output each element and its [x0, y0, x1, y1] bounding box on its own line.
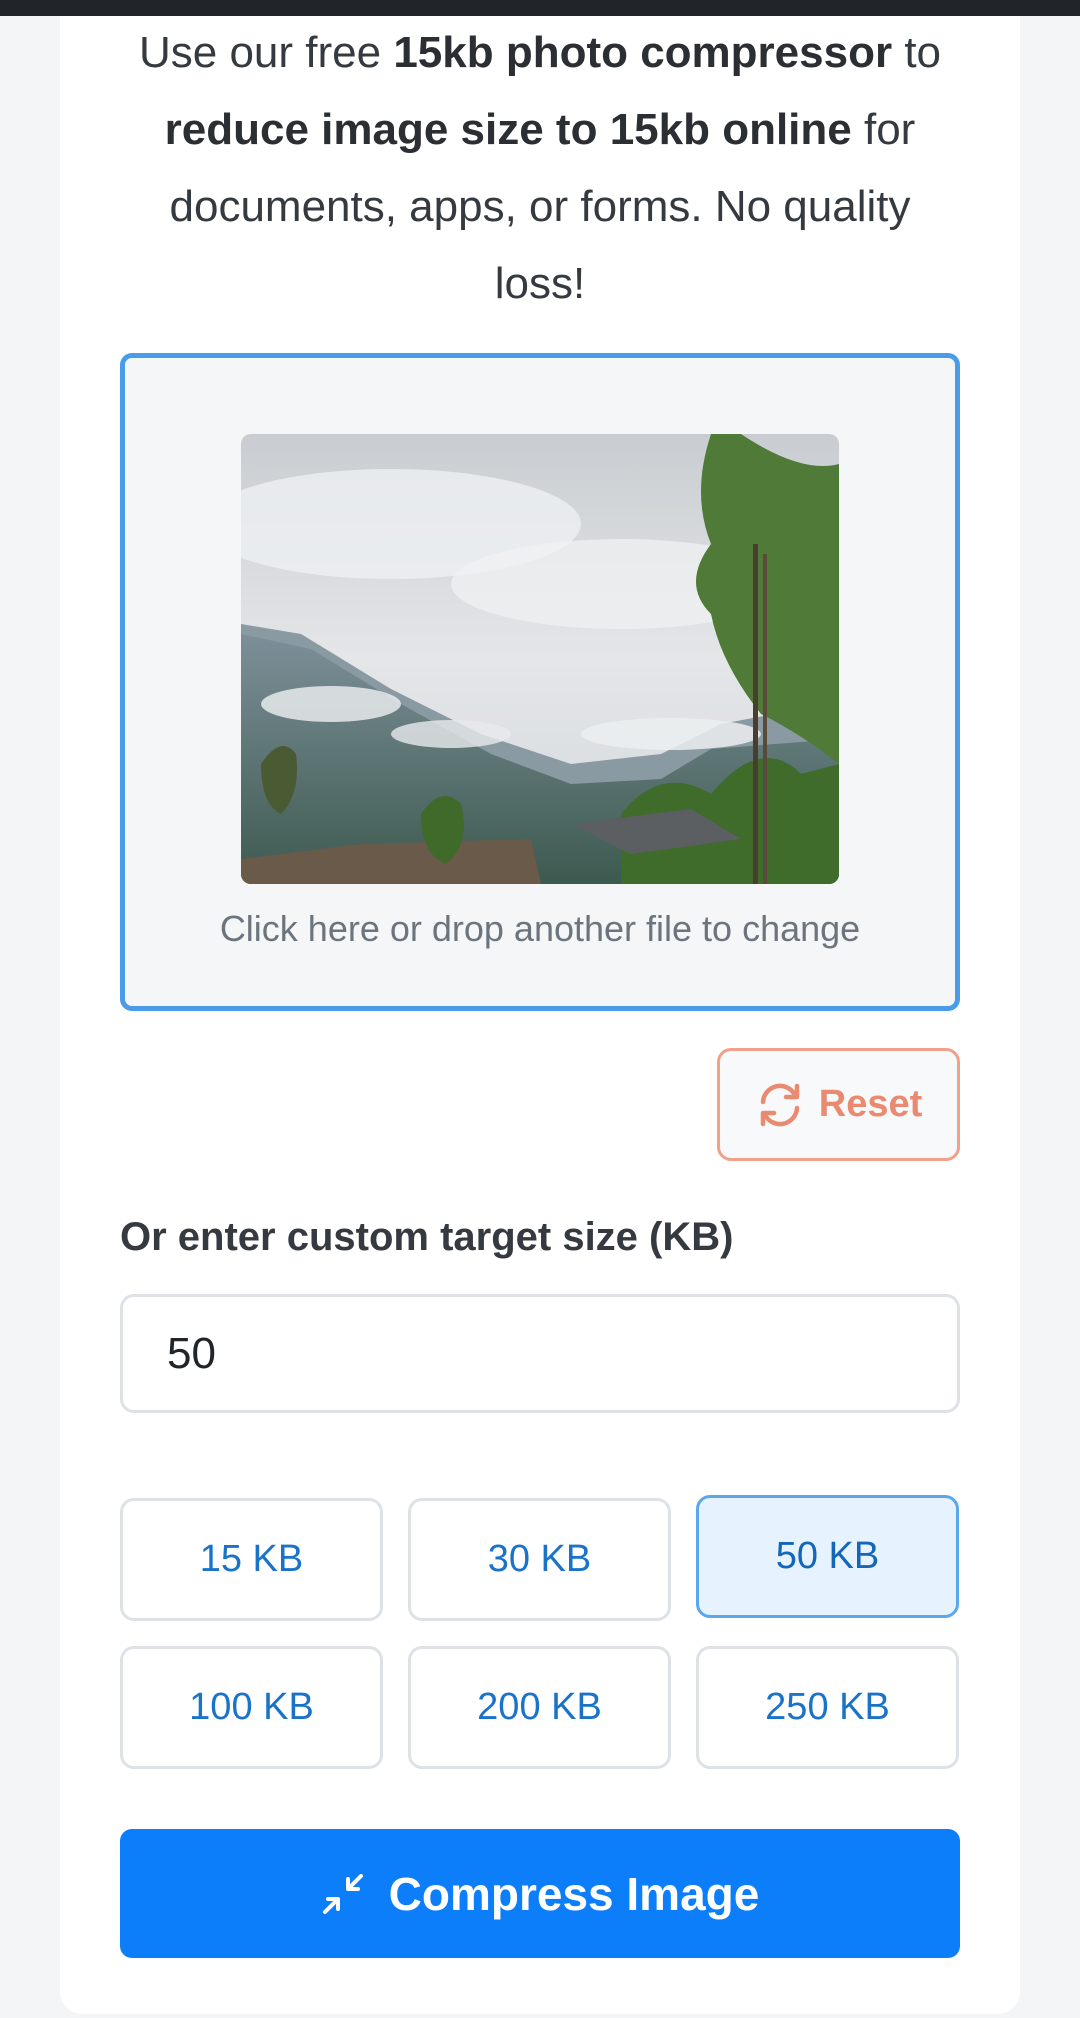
file-dropzone[interactable]: Click here or drop another file to chang… — [120, 353, 960, 1011]
intro-text-part: to — [892, 28, 942, 77]
compress-image-button[interactable]: Compress Image — [120, 1829, 960, 1958]
preset-100kb-button[interactable]: 100 KB — [120, 1646, 383, 1769]
intro-keyword: 15kb photo compressor — [393, 28, 893, 77]
preset-250kb-button[interactable]: 250 KB — [696, 1646, 959, 1769]
preview-photo — [241, 434, 839, 884]
compress-button-label: Compress Image — [388, 1867, 760, 1920]
refresh-icon — [760, 1083, 799, 1126]
image-preview — [241, 434, 839, 884]
custom-size-label: Or enter custom target size (KB) — [120, 1215, 734, 1259]
dropzone-hint: Click here or drop another file to chang… — [219, 908, 861, 949]
compress-arrows-icon — [322, 1873, 363, 1914]
intro-text-part: Use our free — [138, 28, 394, 77]
reset-button-label: Reset — [818, 1083, 923, 1125]
intro-keyword: reduce image size to 15kb online — [164, 105, 852, 154]
intro-text: Use our free 15kb photo compressor to re… — [120, 14, 960, 322]
preset-15kb-button[interactable]: 15 KB — [120, 1498, 383, 1621]
preset-30kb-button[interactable]: 30 KB — [408, 1498, 671, 1621]
custom-size-input[interactable] — [120, 1294, 960, 1413]
preset-50kb-button[interactable]: 50 KB — [696, 1495, 959, 1618]
reset-button[interactable]: Reset — [717, 1048, 960, 1161]
preset-200kb-button[interactable]: 200 KB — [408, 1646, 671, 1769]
